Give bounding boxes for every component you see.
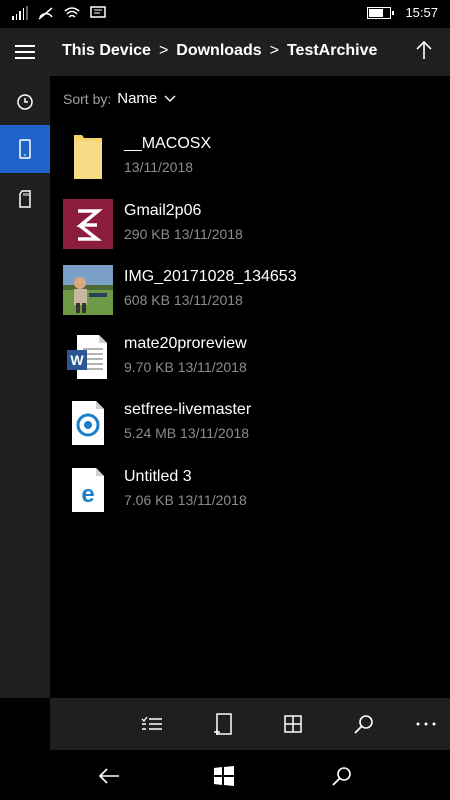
clock-icon <box>17 94 33 110</box>
breadcrumb-separator: > <box>269 42 279 59</box>
phone-icon <box>19 139 31 159</box>
sort-label: Sort by: <box>63 90 112 107</box>
list-item[interactable]: __MACOSX 13/11/2018 <box>50 124 450 191</box>
more-icon <box>416 722 436 726</box>
new-button[interactable] <box>209 710 237 738</box>
sidebar-item-sd-card[interactable] <box>0 175 50 223</box>
sort-value: Name <box>117 90 158 107</box>
list-item[interactable]: W mate20proreview 9.70 KB 13/11/2018 <box>50 324 450 391</box>
search-icon <box>332 767 351 786</box>
battery-icon <box>367 6 395 19</box>
file-meta: 7.06 KB 13/11/2018 <box>124 491 247 508</box>
file-meta: 5.24 MB 13/11/2018 <box>124 425 250 442</box>
message-icon <box>90 6 106 18</box>
search-button[interactable] <box>350 710 378 738</box>
photo-thumbnail <box>62 265 114 316</box>
svg-text:e: e <box>81 481 94 508</box>
file-name: IMG_20171028_134653 <box>124 268 297 286</box>
wifi-icon <box>64 7 80 18</box>
word-document-icon: W <box>62 332 114 382</box>
up-folder-button[interactable] <box>412 38 436 62</box>
new-folder-icon <box>214 713 232 735</box>
app-bar <box>50 698 450 750</box>
start-button[interactable] <box>210 762 238 790</box>
breadcrumb-separator: > <box>158 42 169 59</box>
select-button[interactable] <box>138 710 166 738</box>
list-item[interactable]: e Untitled 3 7.06 KB 13/11/2018 <box>50 457 450 524</box>
file-meta: 608 KB 13/11/2018 <box>124 292 243 309</box>
list-item[interactable]: IMG_20171028_134653 608 KB 13/11/2018 <box>50 257 450 324</box>
select-icon <box>141 716 162 730</box>
file-list: __MACOSX 13/11/2018 Gmail2p06 290 KB 13/… <box>50 124 450 524</box>
status-bar: 15:57 <box>0 0 450 28</box>
sort-dropdown[interactable]: Sort by: Name <box>63 90 177 107</box>
header: This Device > Downloads > TestArchive <box>50 28 450 76</box>
search-icon <box>354 715 373 734</box>
list-item[interactable]: Gmail2p06 290 KB 13/11/2018 <box>50 191 450 258</box>
more-button[interactable] <box>412 710 440 738</box>
file-name: setfree-livemaster <box>124 401 252 419</box>
file-name: __MACOSX <box>124 135 212 152</box>
svg-text:W: W <box>70 352 84 368</box>
no-signal-icon <box>38 7 53 20</box>
view-button[interactable] <box>279 710 307 738</box>
chevron-down-icon <box>164 95 176 102</box>
sd-card-icon <box>19 190 31 208</box>
up-arrow-icon <box>416 40 432 59</box>
system-nav-bar <box>0 750 450 800</box>
sidebar-item-recent[interactable] <box>0 78 50 126</box>
file-meta: 13/11/2018 <box>124 159 194 175</box>
back-icon <box>98 768 119 784</box>
file-name: Untitled 3 <box>124 467 192 485</box>
sidebar <box>0 28 50 698</box>
file-name: Gmail2p06 <box>124 201 202 219</box>
back-button[interactable] <box>95 762 123 790</box>
clock: 15:57 <box>405 5 438 20</box>
hamburger-menu-button[interactable] <box>0 28 50 76</box>
zip-app-icon <box>62 198 114 249</box>
sidebar-item-this-device[interactable] <box>0 125 50 173</box>
edge-html-icon: e <box>62 465 114 515</box>
breadcrumb-downloads[interactable]: Downloads <box>176 42 261 60</box>
breadcrumb-this-device[interactable]: This Device <box>62 42 151 60</box>
signal-icon <box>12 6 28 20</box>
breadcrumb-current: TestArchive <box>286 42 378 59</box>
file-meta: 290 KB 13/11/2018 <box>124 225 243 242</box>
tiles-view-icon <box>284 715 302 733</box>
cortana-search-button[interactable] <box>328 762 356 790</box>
media-file-icon <box>62 398 114 448</box>
list-item[interactable]: setfree-livemaster 5.24 MB 13/11/2018 <box>50 390 450 457</box>
file-name: mate20proreview <box>124 334 247 352</box>
hamburger-icon <box>15 45 35 59</box>
file-meta: 9.70 KB 13/11/2018 <box>124 358 247 375</box>
windows-icon <box>214 766 234 786</box>
folder-icon <box>62 132 114 182</box>
breadcrumb: This Device > Downloads > TestArchive <box>62 42 377 60</box>
